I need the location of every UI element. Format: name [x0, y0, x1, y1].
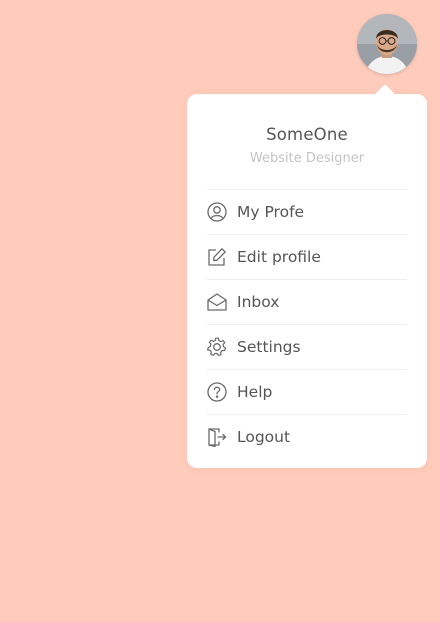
- menu-item-label: Settings: [237, 338, 301, 356]
- mail-open-icon: [207, 292, 227, 312]
- avatar-image: [357, 14, 417, 74]
- menu-item-label: Inbox: [237, 293, 280, 311]
- menu-item-help[interactable]: Help: [207, 370, 407, 415]
- menu-item-logout[interactable]: Logout: [207, 415, 407, 459]
- menu-item-inbox[interactable]: Inbox: [207, 280, 407, 325]
- menu-item-settings[interactable]: Settings: [207, 325, 407, 370]
- profile-dropdown: SomeOne Website Designer My Profe Edit p…: [187, 84, 427, 468]
- help-circle-icon: [207, 382, 227, 402]
- avatar[interactable]: [357, 14, 417, 74]
- dropdown-caret: [375, 84, 395, 104]
- user-role: Website Designer: [249, 151, 365, 166]
- profile-menu: My Profe Edit profile Inbox Settings Hel…: [207, 189, 407, 459]
- menu-item-my-profile[interactable]: My Profe: [207, 190, 407, 235]
- menu-item-label: My Profe: [237, 203, 305, 221]
- gear-icon: [207, 337, 227, 357]
- edit-icon: [207, 247, 227, 267]
- user-circle-icon: [207, 202, 227, 222]
- user-name: SomeOne: [266, 125, 348, 144]
- menu-item-label: Logout: [237, 428, 291, 446]
- logout-icon: [207, 427, 227, 447]
- menu-item-label: Edit profile: [237, 248, 321, 266]
- menu-item-label: Help: [237, 383, 273, 401]
- menu-item-edit-profile[interactable]: Edit profile: [207, 235, 407, 280]
